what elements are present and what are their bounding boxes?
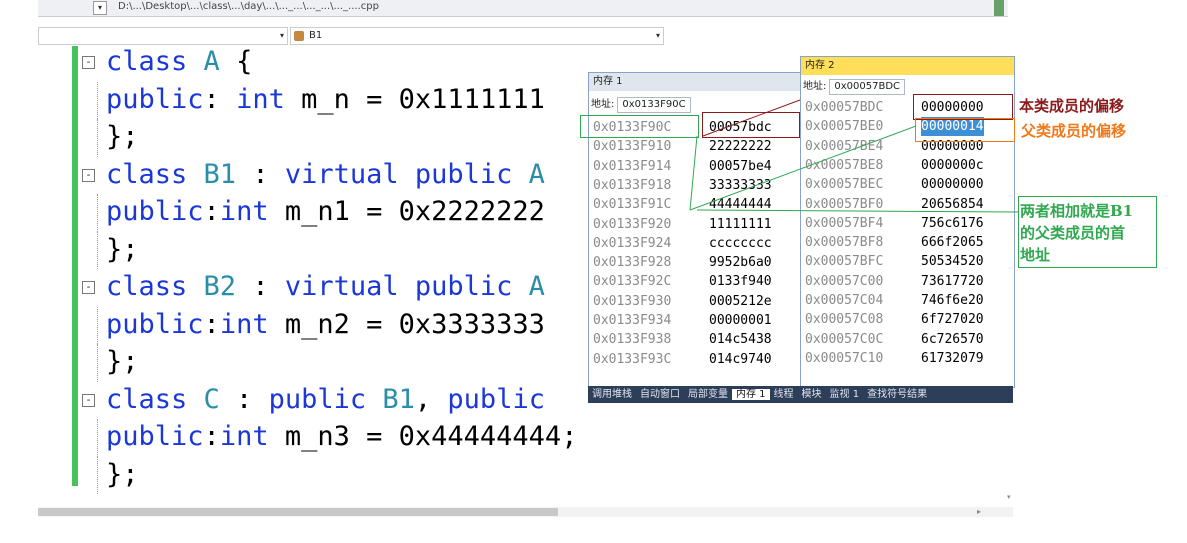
annotation-lines — [689, 99, 1019, 213]
label-sum-line-1: 两者相加就是B1 — [1020, 202, 1134, 220]
label-sum-line-2: 的父类成员的首 — [1020, 224, 1126, 242]
green-line-2 — [689, 125, 917, 211]
green-line-3 — [696, 209, 1019, 213]
label-own-member-offset: 本类成员的偏移 — [1019, 97, 1125, 115]
label-sum-line-3: 地址 — [1020, 246, 1051, 264]
pointer-arrow-line — [702, 99, 801, 137]
green-line-1 — [689, 135, 698, 211]
label-parent-member-offset: 父类成员的偏移 — [1021, 122, 1127, 140]
